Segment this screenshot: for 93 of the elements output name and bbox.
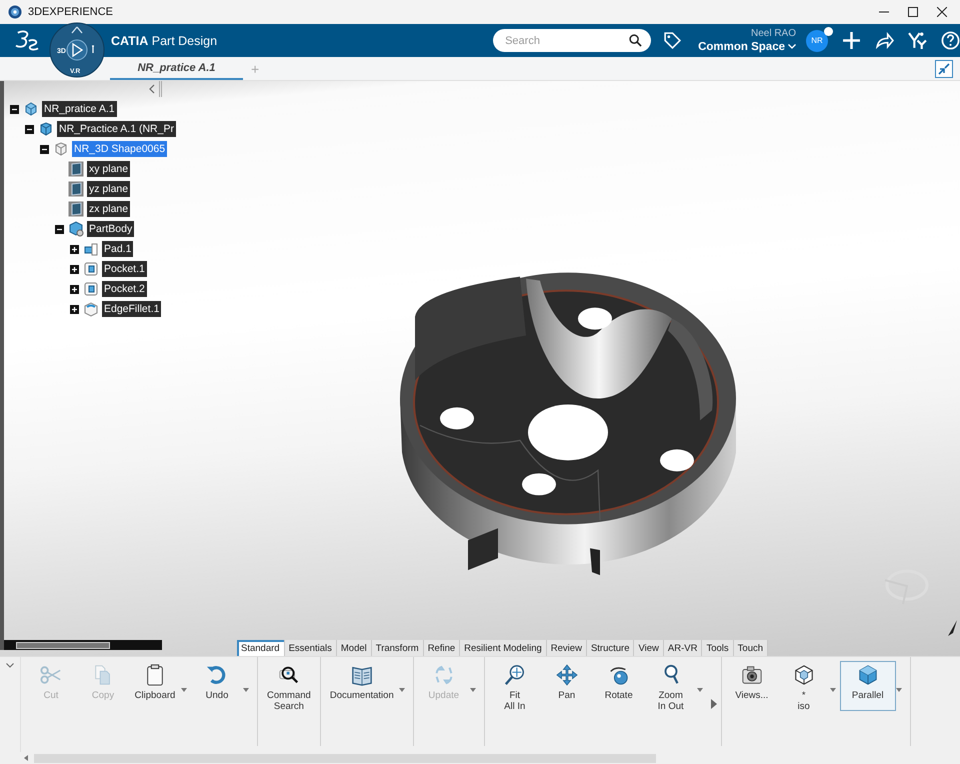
expand-toggle[interactable] (70, 264, 79, 274)
people-icon[interactable] (908, 31, 927, 50)
wireframe-cube-icon (792, 664, 815, 686)
pocket-icon (83, 281, 99, 297)
zoom-fit-icon (504, 664, 526, 686)
ribbon-tab[interactable]: AR-VR (664, 640, 702, 656)
tree-item[interactable]: NR_pratice A.1 (42, 101, 117, 117)
share-icon[interactable] (875, 31, 894, 50)
clipboard-icon (144, 664, 166, 686)
command-button[interactable]: Fit All In (488, 661, 541, 711)
scrollbar-thumb[interactable] (16, 642, 110, 648)
cursor-icon (948, 620, 957, 636)
tree-item[interactable]: Pocket.1 (102, 261, 147, 277)
tree-item[interactable]: PartBody (87, 221, 134, 237)
expand-toggle[interactable] (70, 284, 79, 294)
command-button[interactable]: Views... (726, 661, 778, 711)
body-icon (68, 221, 84, 237)
search-field[interactable]: Search (493, 29, 652, 52)
ribbon-tab[interactable]: Standard (237, 640, 285, 656)
tree-item[interactable]: yz plane (87, 181, 130, 197)
maximize-icon[interactable] (908, 7, 918, 17)
ribbon-tab[interactable]: Review (546, 640, 587, 656)
shape-icon (53, 141, 69, 157)
plane-icon (68, 181, 84, 197)
tree-item[interactable]: Pocket.2 (102, 281, 147, 297)
brand-logo-icon[interactable] (14, 30, 40, 52)
expand-toggle[interactable] (55, 224, 64, 234)
expand-toggle[interactable] (40, 144, 49, 154)
command-button[interactable]: Pan (540, 661, 593, 711)
ribbon-tab[interactable]: Structure (586, 640, 634, 656)
caret-icon[interactable] (830, 688, 836, 692)
tag-icon[interactable] (663, 31, 682, 50)
caret-icon[interactable] (896, 688, 902, 692)
command-button[interactable]: * iso (778, 661, 830, 711)
collapse-panel-icon[interactable] (149, 84, 155, 94)
expand-toggle[interactable] (70, 304, 79, 314)
ribbon-tab[interactable]: Touch (734, 640, 768, 656)
four-way-arrow-icon (556, 664, 578, 686)
command-button[interactable]: Rotate (592, 661, 645, 711)
caret-icon[interactable] (243, 688, 249, 692)
tree-item[interactable]: NR_3D Shape0065 (72, 141, 168, 157)
close-icon[interactable] (937, 7, 947, 17)
expand-toggle[interactable] (70, 244, 79, 254)
tree-item[interactable]: EdgeFillet.1 (102, 301, 162, 317)
space-dropdown[interactable]: Common Space (698, 40, 796, 54)
camera-icon (740, 664, 763, 686)
plane-icon (68, 201, 84, 217)
command-button[interactable]: Zoom In Out (644, 661, 697, 711)
user-name: Neel RAO (750, 28, 796, 40)
magnifier-icon (278, 664, 300, 686)
app-title: CATIA Part Design (111, 34, 218, 48)
app-logo-icon (8, 5, 22, 19)
ribbon-tab[interactable]: Essentials (284, 640, 337, 656)
ribbon-tab[interactable]: Transform (372, 640, 424, 656)
help-icon[interactable] (941, 31, 960, 50)
tree-item[interactable]: Pad.1 (102, 241, 134, 257)
expand-toggle[interactable] (10, 104, 19, 114)
window-title: 3DEXPERIENCE (28, 6, 113, 18)
book-icon (350, 664, 373, 686)
command-button[interactable]: Command Search (262, 661, 316, 711)
caret-icon[interactable] (181, 688, 187, 692)
expand-toggle[interactable] (25, 124, 34, 134)
ribbon-tab[interactable]: Tools (702, 640, 734, 656)
scroll-left-icon[interactable] (24, 755, 28, 761)
scrollbar-thumb[interactable] (34, 754, 656, 762)
ribbon-tab[interactable]: Refine (424, 640, 460, 656)
ribbon-tab[interactable]: View (634, 640, 664, 656)
pad-icon (83, 241, 99, 257)
pocket-icon (83, 261, 99, 277)
tree-item[interactable]: xy plane (87, 161, 130, 177)
command-button[interactable]: Clipboard (129, 661, 181, 711)
caret-icon[interactable] (398, 688, 405, 692)
command-button[interactable]: Documentation (324, 661, 399, 711)
tree-item[interactable]: NR_Practice A.1 (NR_Pr (57, 121, 176, 137)
search-icon[interactable] (629, 34, 642, 47)
tree-item[interactable]: zx plane (87, 201, 130, 217)
cube-icon (856, 664, 879, 686)
exit-fullscreen-icon[interactable] (935, 60, 953, 78)
plus-icon[interactable] (842, 31, 861, 50)
ribbon-tab[interactable]: Resilient Modeling (460, 640, 547, 656)
caret-icon[interactable] (696, 688, 703, 692)
fillet-icon (83, 301, 99, 317)
refresh-icon (432, 664, 455, 686)
chevron-down-icon[interactable] (6, 663, 14, 668)
command-button[interactable]: Undo (191, 661, 243, 711)
undo-icon (206, 664, 228, 686)
expand-arrow-icon[interactable] (710, 699, 717, 709)
part-icon (38, 121, 54, 137)
plane-icon (68, 161, 84, 177)
command-button[interactable]: Parallel (840, 661, 896, 711)
product-icon (23, 101, 39, 117)
scissors-icon (40, 664, 62, 686)
ribbon-tab[interactable]: Model (336, 640, 372, 656)
